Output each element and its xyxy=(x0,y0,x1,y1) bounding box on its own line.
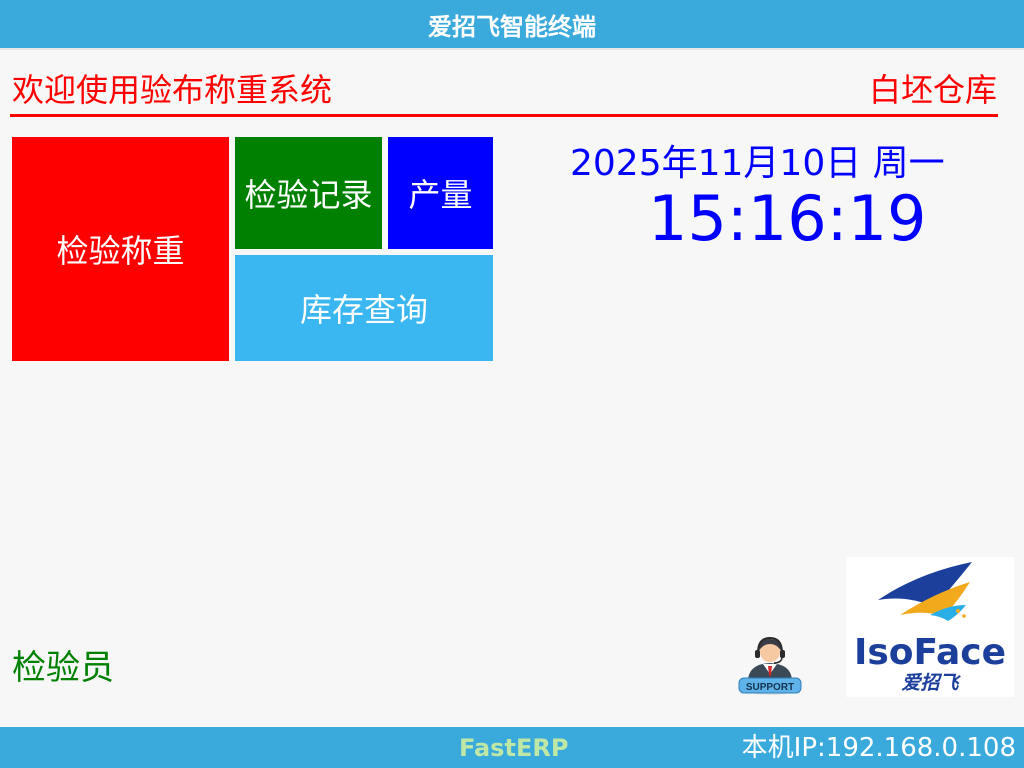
header-divider xyxy=(10,114,998,117)
support-label: SUPPORT xyxy=(746,682,794,693)
stock-query-button[interactable]: 库存查询 xyxy=(235,255,493,361)
user-role: 检验员 xyxy=(12,648,114,688)
inspect-weigh-label: 检验称重 xyxy=(56,232,185,270)
isoface-logo: IsoFace 爱招飞 xyxy=(846,557,1014,697)
welcome-text: 欢迎使用验布称重系统 xyxy=(12,71,333,109)
inspection-records-label: 检验记录 xyxy=(244,176,373,214)
status-bar: FastERP 本机IP:192.168.0.108 xyxy=(0,727,1024,768)
isoface-logo-icon: IsoFace 爱招飞 xyxy=(854,562,1006,694)
support-agent-icon: SUPPORT xyxy=(738,636,802,695)
logo-brand: IsoFace xyxy=(854,632,1006,673)
current-date: 2025年11月10日 周一 xyxy=(570,143,945,184)
local-ip: 本机IP:192.168.0.108 xyxy=(741,733,1016,763)
output-button[interactable]: 产量 xyxy=(388,137,493,249)
output-label: 产量 xyxy=(408,176,473,214)
inspection-records-button[interactable]: 检验记录 xyxy=(235,137,382,249)
inspect-weigh-button[interactable]: 检验称重 xyxy=(12,137,229,361)
main-panel: 欢迎使用验布称重系统 白坯仓库 检验称重 检验记录 产量 库存查询 2025年1… xyxy=(0,48,1024,729)
app-title: 爱招飞智能终端 xyxy=(428,12,596,41)
stock-query-label: 库存查询 xyxy=(299,291,428,329)
support-button[interactable]: SUPPORT xyxy=(736,630,804,698)
logo-chinese: 爱招飞 xyxy=(901,672,961,694)
footer-brand: FastERP xyxy=(459,734,569,762)
current-time: 15:16:19 xyxy=(648,182,927,255)
warehouse-name: 白坯仓库 xyxy=(868,71,997,109)
title-bar: 爱招飞智能终端 xyxy=(0,0,1024,48)
